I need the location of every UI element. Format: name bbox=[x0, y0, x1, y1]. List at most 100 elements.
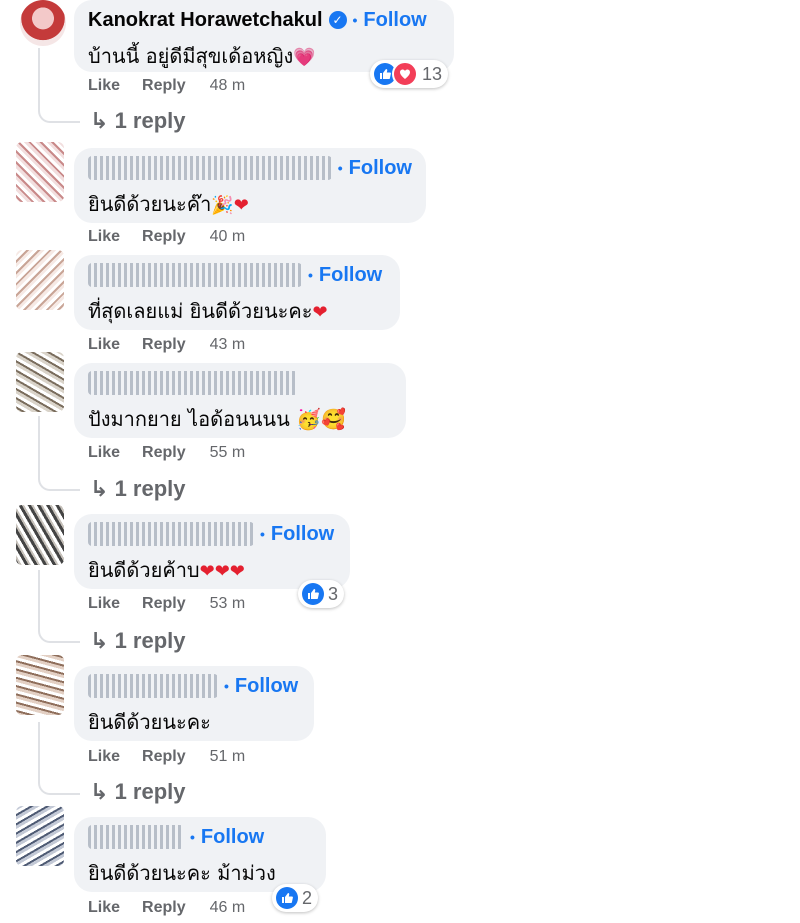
view-replies-link[interactable]: ↳ 1 reply bbox=[90, 628, 186, 654]
comment-actions: Like Reply 48 m bbox=[88, 77, 245, 95]
reaction-count: 13 bbox=[422, 63, 443, 84]
timestamp[interactable]: 43 m bbox=[210, 336, 246, 354]
separator-dot: • bbox=[224, 678, 229, 694]
reply-arrow-icon: ↳ bbox=[90, 476, 109, 501]
timestamp[interactable]: 51 m bbox=[210, 748, 246, 766]
reaction-summary[interactable]: 13 bbox=[370, 60, 449, 88]
view-replies-link[interactable]: ↳ 1 reply bbox=[90, 108, 186, 134]
like-button[interactable]: Like bbox=[88, 899, 120, 917]
reply-connector bbox=[38, 777, 80, 795]
reply-button[interactable]: Reply bbox=[142, 77, 186, 95]
comment-actions: Like Reply 53 m bbox=[88, 595, 245, 613]
reply-arrow-icon: ↳ bbox=[90, 628, 109, 653]
avatar[interactable] bbox=[16, 352, 64, 412]
like-reaction-icon bbox=[276, 887, 298, 909]
timestamp[interactable]: 55 m bbox=[210, 444, 246, 462]
separator-dot: • bbox=[260, 526, 265, 542]
timestamp[interactable]: 46 m bbox=[210, 899, 246, 917]
follow-button[interactable]: Follow bbox=[201, 826, 264, 849]
follow-button[interactable]: Follow bbox=[235, 675, 298, 698]
reply-arrow-icon: ↳ bbox=[90, 779, 109, 804]
comment-actions: Like Reply 40 m bbox=[88, 228, 245, 246]
avatar[interactable] bbox=[16, 655, 64, 715]
comment-actions: Like Reply 46 m bbox=[88, 899, 245, 917]
reply-arrow-icon: ↳ bbox=[90, 108, 109, 133]
reply-button[interactable]: Reply bbox=[142, 748, 186, 766]
reply-button[interactable]: Reply bbox=[142, 595, 186, 613]
comment-header: • Follow bbox=[88, 823, 312, 851]
reaction-count: 3 bbox=[328, 583, 339, 604]
like-button[interactable]: Like bbox=[88, 595, 120, 613]
timestamp[interactable]: 48 m bbox=[210, 77, 246, 95]
like-button[interactable]: Like bbox=[88, 748, 120, 766]
like-button[interactable]: Like bbox=[88, 336, 120, 354]
emoji: 🎉❤ bbox=[211, 195, 249, 216]
reaction-count: 2 bbox=[302, 887, 313, 908]
avatar[interactable] bbox=[16, 505, 64, 565]
emoji: 💗 bbox=[293, 47, 316, 68]
comment-bubble: • Follow ยินดีด้วยค้าบ❤❤❤ bbox=[74, 514, 350, 589]
reply-connector bbox=[38, 625, 80, 643]
separator-dot: • bbox=[337, 160, 343, 176]
avatar[interactable] bbox=[16, 250, 64, 310]
follow-button[interactable]: Follow bbox=[319, 264, 382, 287]
comment-text: ที่สุดเลยแม่ ยินดีด้วยนะคะ❤ bbox=[88, 299, 328, 323]
blurred-name bbox=[88, 156, 332, 180]
comment-header: • Follow bbox=[88, 520, 336, 548]
comment-header: Kanokrat Horawetchakul ✓ • Follow bbox=[88, 6, 440, 34]
separator-dot: • bbox=[308, 267, 313, 283]
emoji: 🥳🥰 bbox=[296, 407, 346, 431]
like-button[interactable]: Like bbox=[88, 228, 120, 246]
comment-text: ยินดีด้วยนะคะ bbox=[88, 710, 211, 734]
reply-button[interactable]: Reply bbox=[142, 899, 186, 917]
comment-text: ยินดีด้วยนะค๊า🎉❤ bbox=[88, 192, 249, 216]
comment-bubble: • Follow ยินดีด้วยนะค๊า🎉❤ bbox=[74, 148, 426, 223]
like-button[interactable]: Like bbox=[88, 444, 120, 462]
comment-text: ยินดีด้วยนะคะ ม้าม่วง bbox=[88, 861, 276, 885]
blurred-name bbox=[88, 263, 302, 287]
timestamp[interactable]: 53 m bbox=[210, 595, 246, 613]
avatar[interactable] bbox=[16, 806, 64, 866]
love-reaction-icon bbox=[392, 61, 418, 87]
separator-dot: • bbox=[352, 12, 358, 28]
comment-text: ปังมากยาย ไอด้อนนนน 🥳🥰 bbox=[88, 407, 346, 431]
commenter-name[interactable]: Kanokrat Horawetchakul bbox=[88, 9, 323, 32]
comment-actions: Like Reply 55 m bbox=[88, 444, 245, 462]
comment-header: • Follow bbox=[88, 672, 300, 700]
emoji: ❤❤❤ bbox=[199, 561, 245, 582]
comment-header: • Follow bbox=[88, 154, 412, 182]
view-replies-link[interactable]: ↳ 1 reply bbox=[90, 779, 186, 805]
comment-header: • Follow bbox=[88, 261, 386, 289]
reply-button[interactable]: Reply bbox=[142, 228, 186, 246]
like-button[interactable]: Like bbox=[88, 77, 120, 95]
timestamp[interactable]: 40 m bbox=[210, 228, 246, 246]
blurred-name bbox=[88, 674, 218, 698]
like-reaction-icon bbox=[302, 583, 324, 605]
blurred-name bbox=[88, 825, 184, 849]
blurred-name bbox=[88, 522, 254, 546]
reply-button[interactable]: Reply bbox=[142, 444, 186, 462]
reply-button[interactable]: Reply bbox=[142, 336, 186, 354]
thread-line bbox=[38, 48, 40, 106]
reply-connector bbox=[38, 473, 80, 491]
comment-actions: Like Reply 43 m bbox=[88, 336, 245, 354]
thread-line bbox=[38, 416, 40, 474]
view-replies-link[interactable]: ↳ 1 reply bbox=[90, 476, 186, 502]
comment-bubble: • Follow ที่สุดเลยแม่ ยินดีด้วยนะคะ❤ bbox=[74, 255, 400, 330]
avatar[interactable] bbox=[20, 0, 66, 46]
comment-bubble: • Follow ยินดีด้วยนะคะ bbox=[74, 666, 314, 741]
follow-button[interactable]: Follow bbox=[271, 523, 334, 546]
separator-dot: • bbox=[190, 829, 195, 845]
comment-text: ยินดีด้วยค้าบ❤❤❤ bbox=[88, 558, 245, 582]
comment-header bbox=[88, 369, 392, 397]
thread-line bbox=[38, 570, 40, 626]
avatar[interactable] bbox=[16, 142, 64, 202]
emoji: ❤ bbox=[312, 302, 328, 323]
comment-actions: Like Reply 51 m bbox=[88, 748, 245, 766]
follow-button[interactable]: Follow bbox=[349, 157, 412, 180]
reaction-summary[interactable]: 3 bbox=[298, 580, 345, 608]
comment-bubble: • Follow ยินดีด้วยนะคะ ม้าม่วง bbox=[74, 817, 326, 892]
reply-connector bbox=[38, 105, 80, 123]
reaction-summary[interactable]: 2 bbox=[272, 884, 319, 912]
follow-button[interactable]: Follow bbox=[363, 9, 426, 32]
